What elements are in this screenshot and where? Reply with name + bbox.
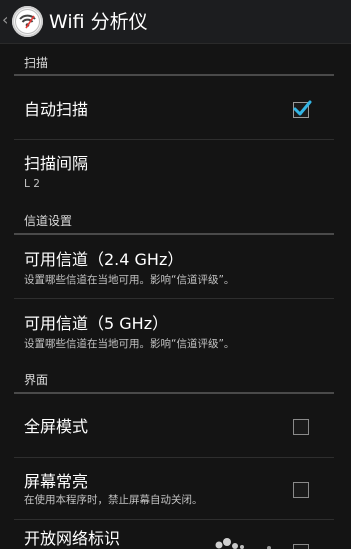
keep-screen-on-checkbox[interactable] [293, 482, 309, 498]
fullscreen-checkbox[interactable] [293, 419, 309, 435]
pref-keep-screen-on[interactable]: 屏幕常亮 在使用本程序时，禁止屏幕自动关闭。 [0, 458, 351, 520]
pref-summary-channels-24ghz: 设置哪些信道在当地可用。影响“信道评级”。 [24, 274, 235, 286]
app-title: Wifi 分析仪 [49, 11, 148, 33]
pref-summary-keep-screen-on: 在使用本程序时，禁止屏幕自动关闭。 [24, 494, 203, 506]
open-network-marker-checkbox[interactable] [293, 544, 309, 549]
pref-channels-5ghz[interactable]: 可用信道（5 GHz） 设置哪些信道在当地可用。影响“信道评级”。 [0, 299, 351, 365]
back-caret-icon[interactable]: ‹ [2, 10, 8, 30]
dots-icon [215, 538, 271, 549]
pref-title-auto-scan: 自动扫描 [24, 100, 89, 119]
section-label-ui: 界面 [24, 373, 49, 387]
pref-title-channels-24ghz: 可用信道（2.4 GHz） [24, 250, 184, 269]
wifi-analyzer-app-icon[interactable] [12, 6, 43, 37]
auto-scan-checkbox[interactable] [293, 100, 312, 118]
section-label-channel: 信道设置 [24, 214, 73, 228]
pref-channels-24ghz[interactable]: 可用信道（2.4 GHz） 设置哪些信道在当地可用。影响“信道评级”。 [0, 235, 351, 299]
section-header-channel: 信道设置 [0, 208, 351, 235]
pref-open-network-marker[interactable]: 开放网络标识 [0, 520, 351, 549]
section-label-scan: 扫描 [24, 56, 49, 70]
action-bar: ‹ Wifi 分析仪 [0, 0, 351, 44]
pref-summary-channels-5ghz: 设置哪些信道在当地可用。影响“信道评级”。 [24, 338, 235, 350]
pref-auto-scan[interactable]: 自动扫描 [0, 76, 351, 140]
section-header-scan: 扫描 [0, 52, 351, 76]
pref-title-open-network-marker: 开放网络标识 [24, 529, 121, 548]
pref-fullscreen[interactable]: 全屏模式 [0, 394, 351, 458]
pref-title-fullscreen: 全屏模式 [24, 417, 89, 436]
preferences-screen: ‹ Wifi 分析仪 扫描 自动扫描 扫描间隔 L 2 信道设置 可用信道（2.… [0, 0, 351, 549]
pref-title-keep-screen-on: 屏幕常亮 [24, 472, 89, 491]
section-header-ui: 界面 [0, 365, 351, 394]
pref-scan-interval[interactable]: 扫描间隔 L 2 [0, 140, 351, 208]
pref-title-channels-5ghz: 可用信道（5 GHz） [24, 314, 169, 333]
pref-title-scan-interval: 扫描间隔 [24, 154, 89, 173]
pref-value-scan-interval: L 2 [24, 178, 40, 190]
